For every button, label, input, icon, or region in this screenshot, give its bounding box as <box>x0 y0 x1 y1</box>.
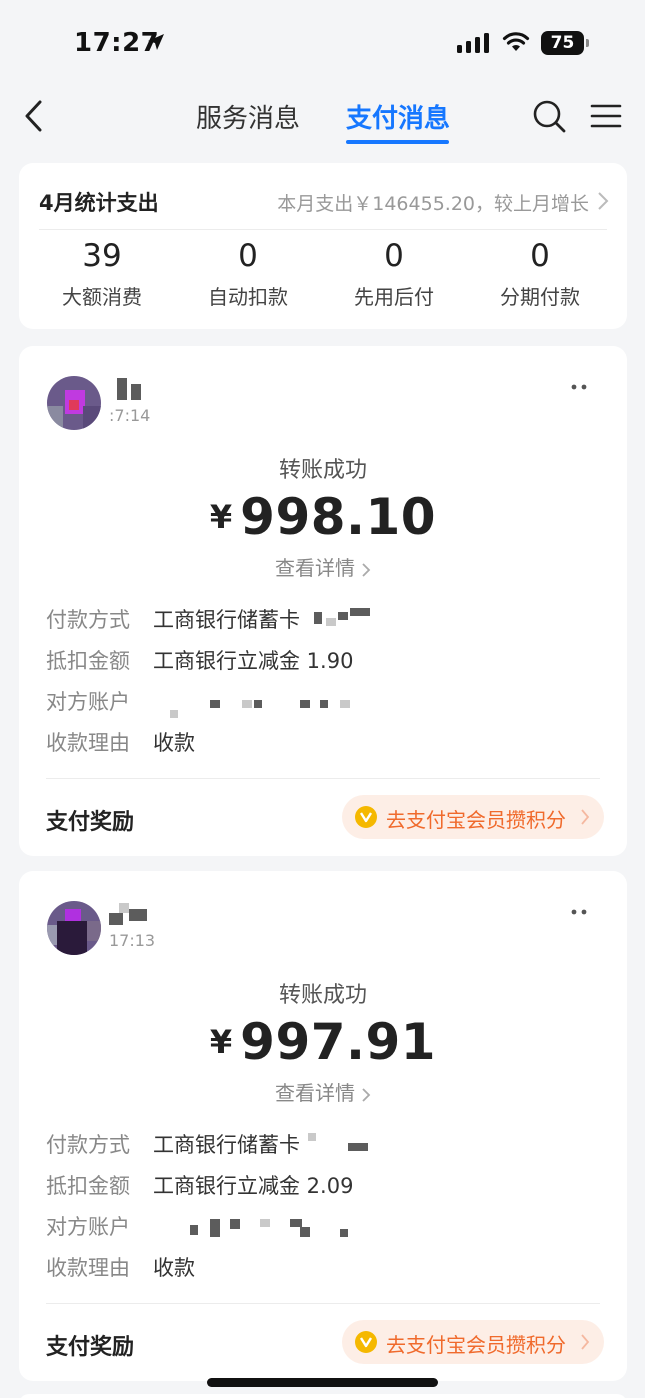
info-label: 对方账户 <box>46 1215 130 1239</box>
wifi-icon <box>502 32 530 51</box>
earn-points-button[interactable]: 去支付宝会员攒积分 <box>342 795 604 839</box>
menu-icon[interactable] <box>590 102 622 130</box>
transfer-status: 转账成功 <box>278 458 367 483</box>
earn-points-button[interactable]: 去支付宝会员攒积分 <box>342 1320 604 1364</box>
stat-label: 分期付款 <box>500 285 580 309</box>
info-value: 收款 <box>153 1256 195 1280</box>
transfer-status: 转账成功 <box>278 983 367 1008</box>
divider <box>39 229 607 230</box>
cellular-signal-icon <box>457 33 489 53</box>
home-indicator[interactable] <box>207 1378 438 1387</box>
message-time: 17:13 <box>109 931 156 950</box>
info-value: 工商银行立减金 1.90 <box>153 649 354 673</box>
battery-level: 75 <box>541 31 584 55</box>
amount: 998.10 <box>240 488 437 546</box>
more-icon[interactable] <box>571 384 587 390</box>
view-details-label: 查看详情 <box>275 1081 355 1105</box>
avatar <box>47 376 101 430</box>
tab-payment-messages[interactable]: 支付消息 <box>346 98 450 135</box>
info-label: 付款方式 <box>46 608 130 632</box>
info-row-counterparty: 对方账户 <box>46 686 607 718</box>
sender-name-redacted <box>109 378 149 400</box>
currency-symbol: ¥ <box>209 498 233 536</box>
member-coin-icon <box>355 1331 377 1353</box>
stat-label: 自动扣款 <box>208 285 288 309</box>
view-details-link[interactable]: 查看详情 <box>19 1077 627 1106</box>
status-bar: 17:27 75 <box>0 0 645 88</box>
info-value: 工商银行储蓄卡 <box>153 1133 300 1157</box>
avatar <box>47 901 101 955</box>
amount: 997.91 <box>240 1013 437 1071</box>
info-row-reason: 收款理由 收款 <box>46 1252 607 1282</box>
search-icon[interactable] <box>531 98 567 134</box>
divider <box>46 778 600 779</box>
view-details-link[interactable]: 查看详情 <box>19 552 627 581</box>
info-label: 收款理由 <box>46 1256 130 1280</box>
stat-value: 0 <box>238 238 258 274</box>
chevron-right-icon <box>362 562 371 577</box>
member-coin-icon <box>355 806 377 828</box>
location-arrow-icon <box>148 34 164 50</box>
divider <box>46 1303 600 1304</box>
stat-value: 39 <box>82 238 122 274</box>
stat-value: 0 <box>530 238 550 274</box>
reward-label: 支付奖励 <box>46 1335 135 1360</box>
stat-label: 大额消费 <box>62 285 142 309</box>
earn-points-label: 去支付宝会员攒积分 <box>386 808 566 832</box>
back-icon[interactable] <box>20 98 48 134</box>
info-label: 对方账户 <box>46 690 130 714</box>
info-label: 抵扣金额 <box>46 649 130 673</box>
stat-buy-now-pay-later[interactable]: 0 先用后付 <box>324 235 464 310</box>
payment-message-card[interactable]: :7:14 转账成功 ¥998.10 查看详情 付款方式 工商银行储蓄卡 抵扣金… <box>19 346 627 856</box>
stat-auto-debit[interactable]: 0 自动扣款 <box>178 235 318 310</box>
chevron-right-icon <box>581 1334 590 1350</box>
nav-bar: 服务消息 支付消息 <box>0 88 645 158</box>
sender-name-redacted <box>109 903 149 925</box>
info-row-payment-method: 付款方式 工商银行储蓄卡 <box>46 604 607 634</box>
stat-value: 0 <box>384 238 404 274</box>
summary-description: 本月支出￥146455.20，较上月增长 <box>277 193 589 215</box>
info-row-deduction: 抵扣金额 工商银行立减金 1.90 <box>46 645 607 675</box>
active-tab-indicator <box>346 140 449 144</box>
payment-message-card[interactable]: 17:13 转账成功 ¥997.91 查看详情 付款方式 工商银行储蓄卡 抵扣金… <box>19 871 627 1381</box>
view-details-label: 查看详情 <box>275 556 355 580</box>
message-time: :7:14 <box>109 406 151 425</box>
stat-installments[interactable]: 0 分期付款 <box>470 235 610 310</box>
info-row-deduction: 抵扣金额 工商银行立减金 2.09 <box>46 1170 607 1200</box>
earn-points-label: 去支付宝会员攒积分 <box>386 1333 566 1357</box>
monthly-summary-card[interactable]: 4月统计支出 本月支出￥146455.20，较上月增长 39 大额消费 0 自动… <box>19 163 627 329</box>
info-label: 收款理由 <box>46 731 130 755</box>
battery-icon: 75 <box>541 31 589 55</box>
info-row-reason: 收款理由 收款 <box>46 727 607 757</box>
summary-title: 4月统计支出 <box>39 191 159 215</box>
currency-symbol: ¥ <box>209 1023 233 1061</box>
info-label: 抵扣金额 <box>46 1174 130 1198</box>
info-value: 工商银行储蓄卡 <box>153 608 300 632</box>
info-label: 付款方式 <box>46 1133 130 1157</box>
stat-label: 先用后付 <box>354 285 434 309</box>
chevron-right-icon <box>598 192 609 210</box>
stat-large-spending[interactable]: 39 大额消费 <box>32 235 172 310</box>
tab-service-messages[interactable]: 服务消息 <box>196 98 300 135</box>
reward-label: 支付奖励 <box>46 810 135 835</box>
info-row-counterparty: 对方账户 <box>46 1211 607 1241</box>
chevron-right-icon <box>581 809 590 825</box>
info-value: 工商银行立减金 2.09 <box>153 1174 354 1198</box>
info-row-payment-method: 付款方式 工商银行储蓄卡 <box>46 1129 607 1159</box>
info-value: 收款 <box>153 731 195 755</box>
next-message-card-partial <box>19 1394 627 1398</box>
chevron-right-icon <box>362 1087 371 1102</box>
amount-row: ¥998.10 <box>19 488 627 546</box>
more-icon[interactable] <box>571 909 587 915</box>
amount-row: ¥997.91 <box>19 1013 627 1071</box>
